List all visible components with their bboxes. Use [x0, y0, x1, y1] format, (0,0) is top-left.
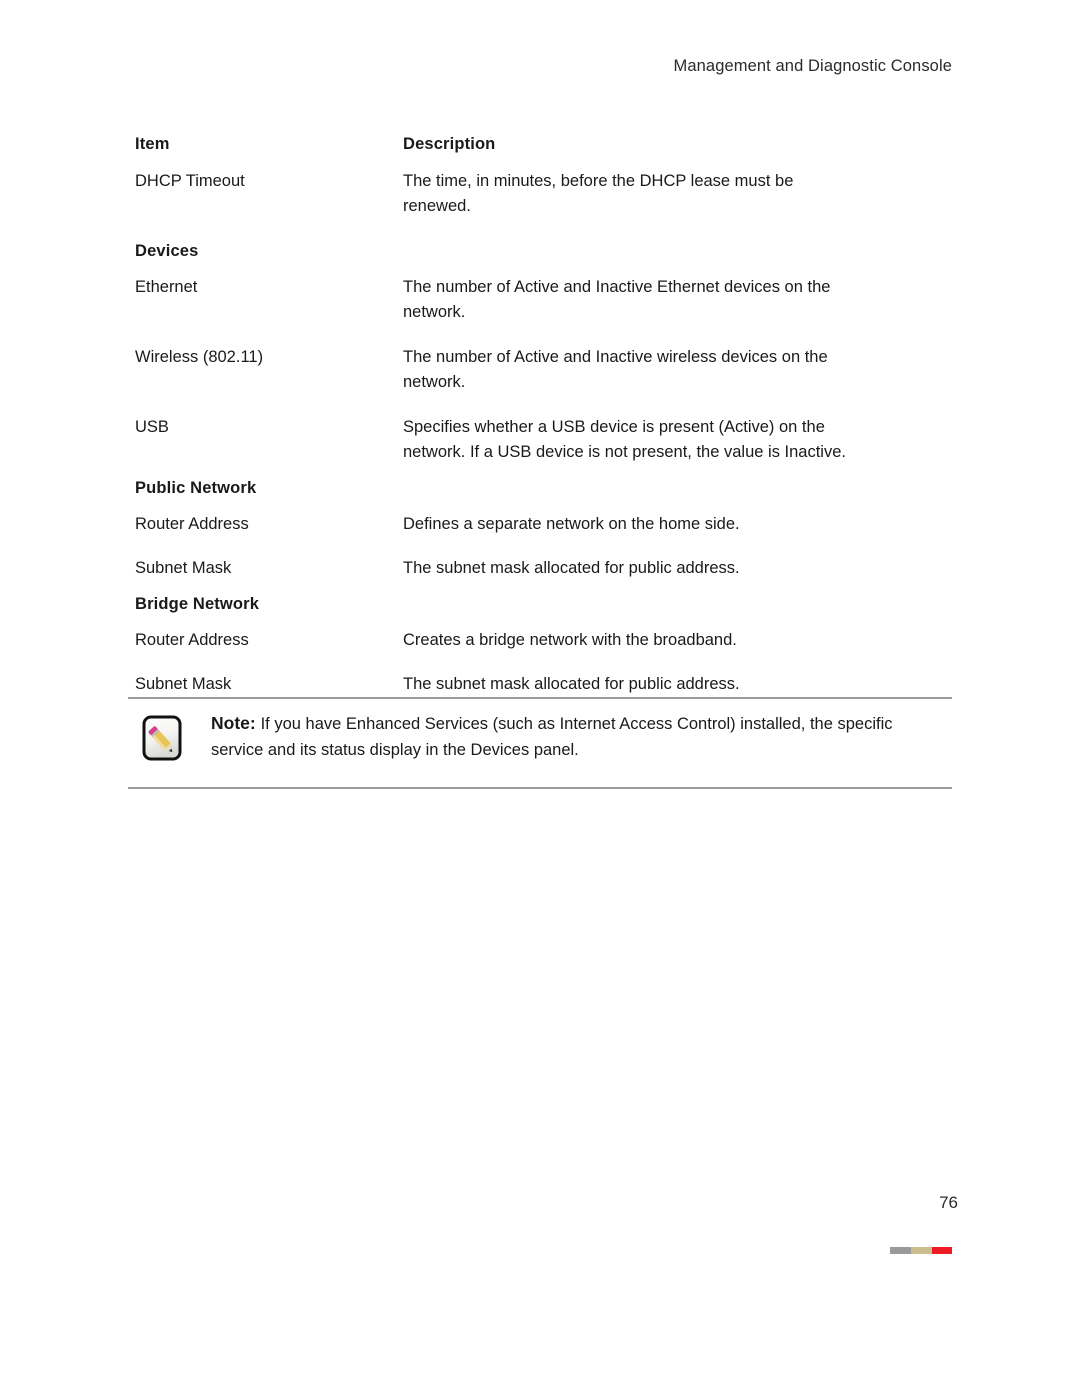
row-description: The time, in minutes, before the DHCP le…: [403, 171, 794, 216]
footer-color-bar: [890, 1247, 952, 1254]
row-description: Specifies whether a USB device is presen…: [403, 417, 846, 462]
note-bottom-rule: [128, 787, 952, 789]
row-item-label: USB: [135, 417, 169, 436]
table-row: Wireless (802.11) The number of Active a…: [135, 345, 925, 396]
row-item-label: Router Address: [135, 630, 249, 649]
table-row: Router Address Creates a bridge network …: [135, 628, 925, 654]
row-item-label: Wireless (802.11): [135, 347, 264, 366]
row-description: The subnet mask allocated for public add…: [403, 559, 740, 577]
row-description: The number of Active and Inactive Ethern…: [403, 277, 831, 322]
page-number: 76: [939, 1193, 958, 1212]
table-row: Ethernet The number of Active and Inacti…: [135, 275, 925, 326]
table-row: DHCP Timeout The time, in minutes, befor…: [135, 169, 925, 220]
row-description: The subnet mask allocated for public add…: [403, 675, 740, 693]
row-item-label: DHCP Timeout: [135, 171, 245, 190]
table-header-row: Item Description: [135, 132, 925, 158]
row-description: Defines a separate network on the home s…: [403, 514, 740, 533]
row-description: The number of Active and Inactive wirele…: [403, 347, 828, 392]
column-header-item: Item: [135, 135, 170, 153]
specification-table: Item Description DHCP Timeout The time, …: [135, 132, 925, 698]
table-row: Subnet Mask The subnet mask allocated fo…: [135, 672, 925, 698]
note-message: If you have Enhanced Services (such as I…: [211, 715, 893, 759]
table-row: USB Specifies whether a USB device is pr…: [135, 415, 925, 466]
row-item-label: Router Address: [135, 514, 249, 533]
running-header: Management and Diagnostic Console: [673, 57, 952, 75]
pencil-note-icon: [142, 715, 182, 761]
section-heading-bridge-network: Bridge Network: [135, 594, 260, 613]
note-body: Note: If you have Enhanced Services (suc…: [128, 699, 952, 787]
section-heading-devices: Devices: [135, 241, 199, 260]
column-header-description: Description: [403, 135, 496, 153]
footer-bar-segment-tan: [911, 1247, 932, 1254]
document-page: Management and Diagnostic Console Item D…: [0, 0, 1080, 1397]
row-description: Creates a bridge network with the broadb…: [403, 630, 737, 649]
row-item-label: Subnet Mask: [135, 675, 232, 693]
note-callout: Note: If you have Enhanced Services (suc…: [128, 697, 952, 789]
footer-bar-segment-red: [931, 1247, 952, 1254]
section-heading-public-network: Public Network: [135, 478, 257, 497]
note-label: Note:: [211, 713, 261, 733]
table-row: Subnet Mask The subnet mask allocated fo…: [135, 556, 925, 582]
row-item-label: Ethernet: [135, 277, 198, 296]
footer-bar-segment-gray: [890, 1247, 912, 1254]
row-item-label: Subnet Mask: [135, 559, 232, 577]
table-row: Router Address Defines a separate networ…: [135, 512, 925, 538]
note-text: Note: If you have Enhanced Services (suc…: [211, 711, 936, 763]
